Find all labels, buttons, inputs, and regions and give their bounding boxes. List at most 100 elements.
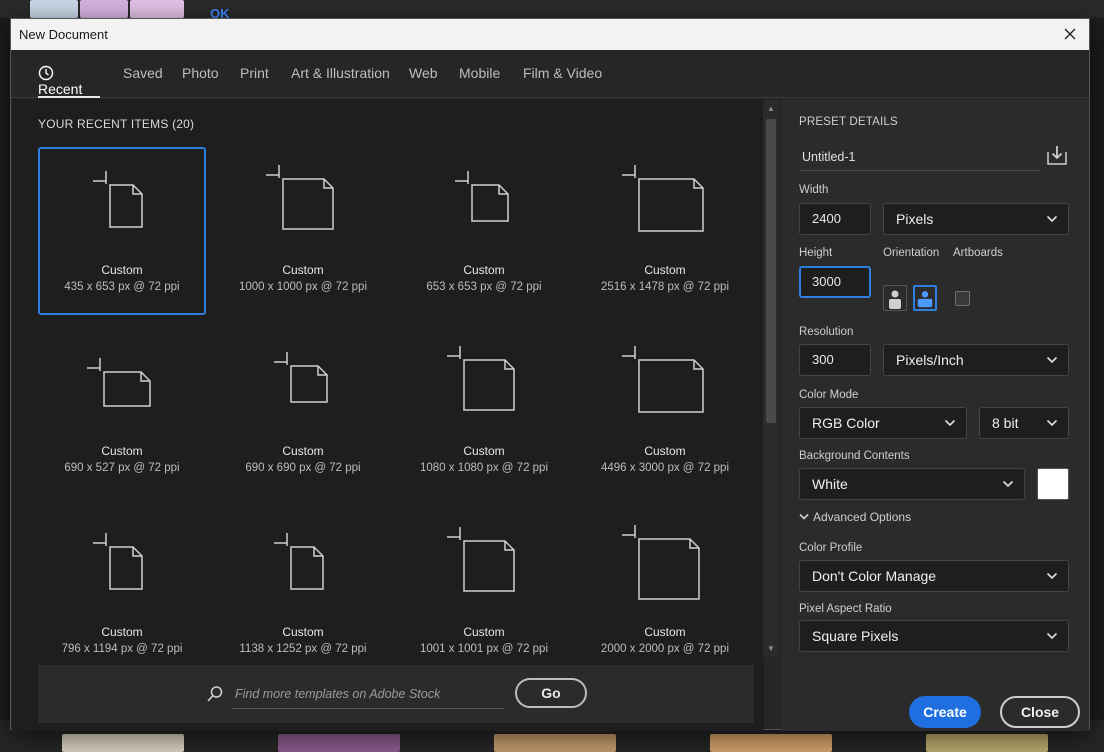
document-name-input[interactable] [799, 143, 1041, 171]
document-icon [622, 346, 704, 413]
width-input[interactable]: 2400 [799, 203, 871, 235]
resolution-unit-select[interactable]: Pixels/Inch [883, 344, 1069, 376]
width-unit-value: Pixels [896, 211, 934, 227]
width-unit-select[interactable]: Pixels [883, 203, 1069, 235]
recent-preset-tile[interactable]: Custom 1000 x 1000 px @ 72 ppi [219, 147, 387, 315]
preset-dimensions: 653 x 653 px @ 72 ppi [426, 281, 542, 293]
preset-dimensions: 1001 x 1001 px @ 72 ppi [419, 643, 549, 655]
scroll-down-arrow-icon[interactable]: ▼ [766, 644, 776, 654]
artboards-checkbox[interactable] [955, 291, 970, 306]
close-icon[interactable] [1059, 23, 1081, 45]
height-input[interactable]: 3000 [799, 266, 871, 298]
color-profile-label: Color Profile [799, 542, 863, 554]
background-thumbnail [80, 0, 128, 18]
resolution-label: Resolution [799, 326, 854, 338]
scroll-up-arrow-icon[interactable]: ▲ [766, 104, 776, 114]
recent-preset-tile[interactable]: Custom 653 x 653 px @ 72 ppi [400, 147, 568, 315]
document-icon [455, 171, 509, 222]
preset-name: Custom [463, 263, 505, 277]
recent-preset-tile[interactable]: Custom 1138 x 1252 px @ 72 ppi [219, 509, 387, 677]
resolution-unit-value: Pixels/Inch [896, 352, 964, 368]
background-image-tile [710, 734, 832, 752]
background-thumbnail [130, 0, 184, 18]
recent-items-pane: YOUR RECENT ITEMS (20) Custom 435 x 653 p… [12, 99, 764, 731]
advanced-options-label: Advanced Options [813, 510, 912, 524]
tab-photo[interactable]: Photo [182, 65, 219, 98]
recent-items-heading: YOUR RECENT ITEMS (20) [38, 117, 194, 131]
recent-preset-tile[interactable]: Custom 1001 x 1001 px @ 72 ppi [400, 509, 568, 677]
background-contents-label: Background Contents [799, 450, 910, 462]
close-button[interactable]: Close [1000, 696, 1080, 728]
preset-name: Custom [101, 263, 143, 277]
preset-name: Custom [644, 263, 686, 277]
bit-depth-value: 8 bit [992, 415, 1019, 431]
preset-dimensions: 2000 x 2000 px @ 72 ppi [600, 643, 730, 655]
pixel-aspect-ratio-select[interactable]: Square Pixels [799, 620, 1069, 652]
tab-mobile[interactable]: Mobile [459, 65, 500, 98]
tab-print[interactable]: Print [240, 65, 269, 98]
chevron-down-icon [1046, 215, 1058, 223]
color-mode-label: Color Mode [799, 389, 859, 401]
create-button[interactable]: Create [909, 696, 981, 728]
preset-name: Custom [282, 625, 324, 639]
recent-preset-tile[interactable]: Custom 435 x 653 px @ 72 ppi [38, 147, 206, 315]
background-image-tile [278, 734, 400, 752]
preset-details-panel: PRESET DETAILS Width 2400 Pixels Height … [781, 99, 1089, 731]
chevron-down-icon [1002, 480, 1014, 488]
scroll-thumb[interactable] [766, 119, 776, 423]
dialog-title: New Document [19, 27, 108, 42]
preset-dimensions: 796 x 1194 px @ 72 ppi [61, 643, 183, 655]
preset-dimensions: 1138 x 1252 px @ 72 ppi [239, 643, 367, 655]
bit-depth-select[interactable]: 8 bit [979, 407, 1069, 439]
recent-preset-tile[interactable]: Custom 1080 x 1080 px @ 72 ppi [400, 328, 568, 496]
preset-dimensions: 1080 x 1080 px @ 72 ppi [419, 462, 549, 474]
color-mode-select[interactable]: RGB Color [799, 407, 967, 439]
background-color-swatch[interactable] [1037, 468, 1069, 500]
document-icon [274, 533, 324, 590]
save-preset-icon[interactable] [1045, 143, 1069, 167]
document-icon [266, 165, 334, 230]
tab-label: Recent [38, 81, 83, 97]
chevron-down-icon [1046, 572, 1058, 580]
background-image-tile [926, 734, 1048, 752]
resolution-input[interactable]: 300 [799, 344, 871, 376]
pixel-aspect-ratio-value: Square Pixels [812, 628, 899, 644]
landscape-orientation-button[interactable] [913, 285, 937, 311]
recent-preset-tile[interactable]: Custom 690 x 527 px @ 72 ppi [38, 328, 206, 496]
chevron-down-icon [1046, 419, 1058, 427]
advanced-options-toggle[interactable]: Advanced Options [799, 510, 911, 524]
preset-name: Custom [282, 444, 324, 458]
scrollbar[interactable]: ▲ ▼ [763, 101, 779, 657]
color-profile-select[interactable]: Don't Color Manage [799, 560, 1069, 592]
tab-art-illustration[interactable]: Art & Illustration [291, 65, 390, 98]
preset-dimensions: 4496 x 3000 px @ 72 ppi [600, 462, 730, 474]
preset-name: Custom [101, 444, 143, 458]
width-label: Width [799, 184, 829, 196]
preset-dimensions: 690 x 690 px @ 72 ppi [245, 462, 361, 474]
chevron-down-icon [944, 419, 956, 427]
tab-saved[interactable]: Saved [123, 65, 163, 98]
background-contents-select[interactable]: White [799, 468, 1025, 500]
preset-dimensions: 690 x 527 px @ 72 ppi [64, 462, 180, 474]
preset-details-heading: PRESET DETAILS [799, 116, 898, 128]
background-thumbnail [30, 0, 78, 18]
new-document-dialog: New Document Recent Saved Photo Print Ar… [10, 18, 1090, 731]
chevron-down-icon [1046, 632, 1058, 640]
recent-preset-tile[interactable]: Custom 2000 x 2000 px @ 72 ppi [581, 509, 749, 677]
document-icon [87, 358, 151, 407]
recent-preset-tile[interactable]: Custom 2516 x 1478 px @ 72 ppi [581, 147, 749, 315]
tab-web[interactable]: Web [409, 65, 438, 98]
document-icon [622, 525, 700, 600]
go-button[interactable]: Go [515, 678, 587, 708]
recent-preset-tile[interactable]: Custom 796 x 1194 px @ 72 ppi [38, 509, 206, 677]
pixel-aspect-ratio-label: Pixel Aspect Ratio [799, 603, 892, 615]
portrait-orientation-button[interactable] [883, 285, 907, 311]
tab-film-video[interactable]: Film & Video [523, 65, 602, 98]
tab-recent[interactable]: Recent [38, 65, 100, 98]
stock-search-input[interactable] [232, 679, 504, 709]
preset-dimensions: 1000 x 1000 px @ 72 ppi [238, 281, 368, 293]
document-icon [274, 352, 328, 403]
color-profile-value: Don't Color Manage [812, 568, 937, 584]
recent-preset-tile[interactable]: Custom 690 x 690 px @ 72 ppi [219, 328, 387, 496]
recent-preset-tile[interactable]: Custom 4496 x 3000 px @ 72 ppi [581, 328, 749, 496]
